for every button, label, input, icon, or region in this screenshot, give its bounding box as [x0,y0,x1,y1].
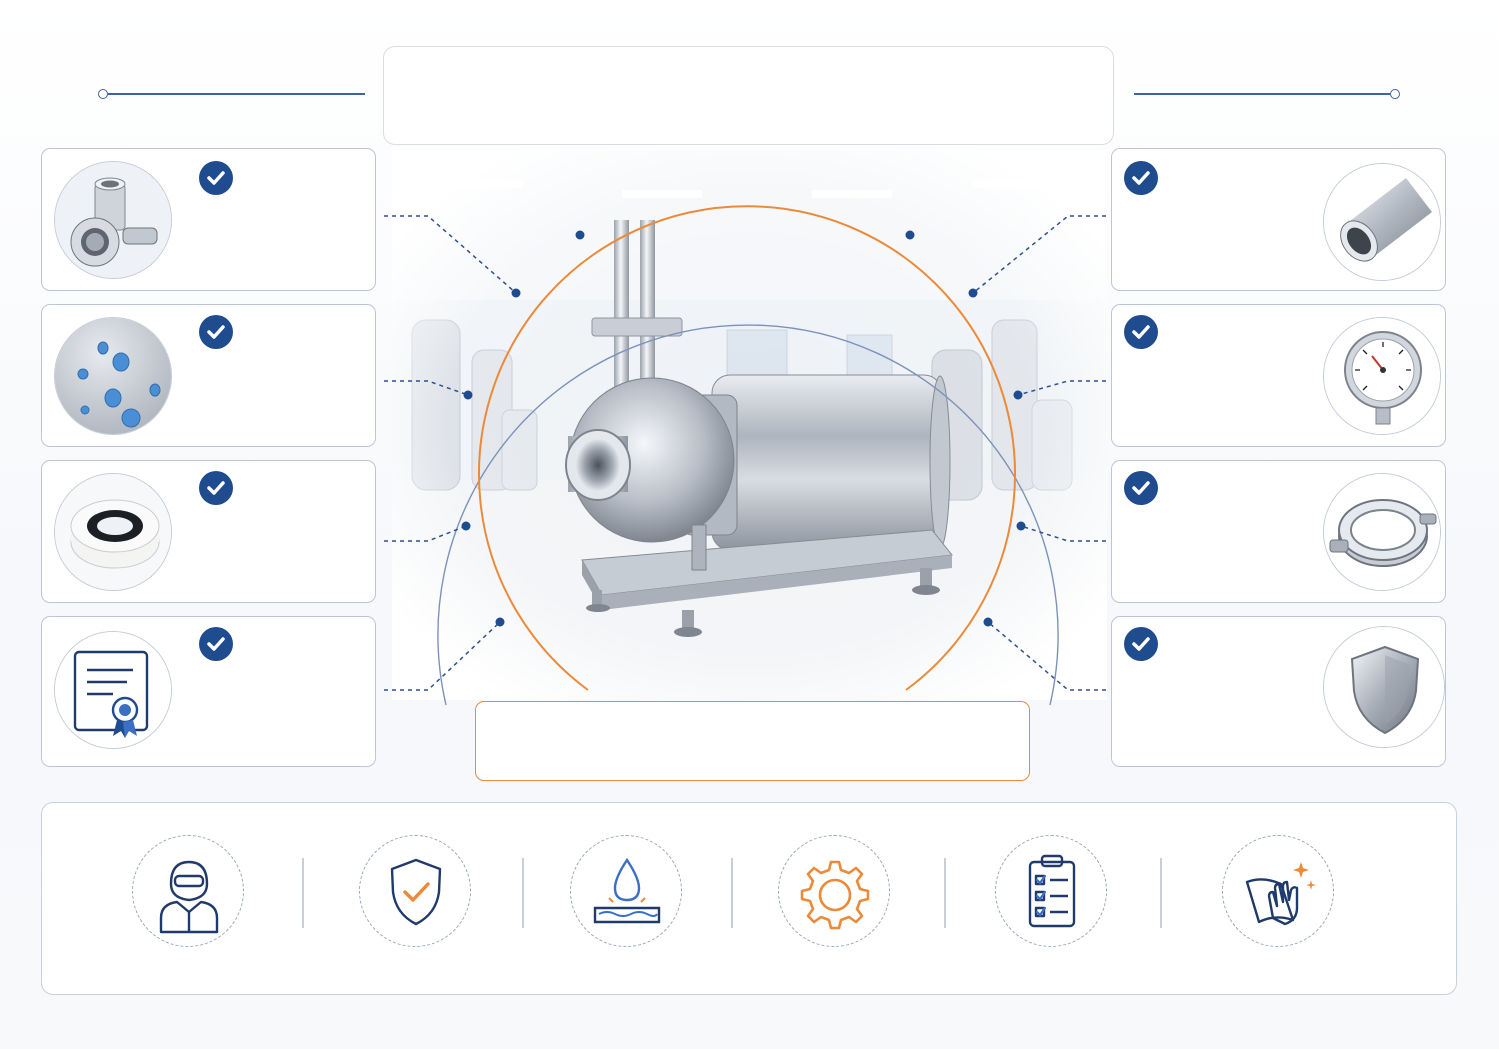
check-icon [1124,315,1158,349]
check-icon [1124,471,1158,505]
ring-marker [905,230,915,240]
check-icon [199,161,233,195]
checklist-clipboard-icon [995,835,1107,947]
cleanroom-operator-icon [132,835,244,947]
certificate-icon [54,631,172,749]
ring-marker [575,230,585,240]
wiping-cleaning-icon [1222,835,1334,947]
ring-marker [461,521,471,531]
divider [522,858,524,928]
metal-shield-icon [1323,626,1445,748]
ring-marker [1016,521,1026,531]
tri-clamp-fitting-icon [54,161,172,279]
check-icon [1124,161,1158,195]
feature-card-right-3 [1111,460,1446,603]
check-icon [199,627,233,661]
ring-marker [1013,390,1023,400]
check-icon [199,315,233,349]
divider [302,858,304,928]
ring-marker [511,288,521,298]
divider [944,858,946,928]
feature-card-right-2 [1111,304,1446,447]
check-icon [199,471,233,505]
water-drop-drain-icon [570,835,682,947]
feature-card-left-4 [41,616,376,767]
check-icon [1124,627,1158,661]
bottom-icon-panel [41,802,1457,995]
gear-icon [778,835,890,947]
infographic-page [0,0,1499,1049]
ring-marker [463,390,473,400]
feature-card-left-3 [41,460,376,603]
inner-ring [478,205,1016,691]
divider [1160,858,1162,928]
ring-marker [983,617,993,627]
feature-card-right-4 [1111,616,1446,767]
ring-marker [968,288,978,298]
steel-tube-icon [1323,163,1441,281]
gasket-seal-icon [54,473,172,591]
clamp-ring-icon [1323,473,1441,591]
divider [731,858,733,928]
ring-marker [495,617,505,627]
feature-card-right-1 [1111,148,1446,291]
safety-shield-check-icon [359,835,471,947]
feature-card-left-1 [41,148,376,291]
pressure-gauge-icon [1323,317,1441,435]
outer-ring [437,324,1059,706]
feature-card-left-2 [41,304,376,447]
water-droplets-surface-icon [54,317,172,435]
